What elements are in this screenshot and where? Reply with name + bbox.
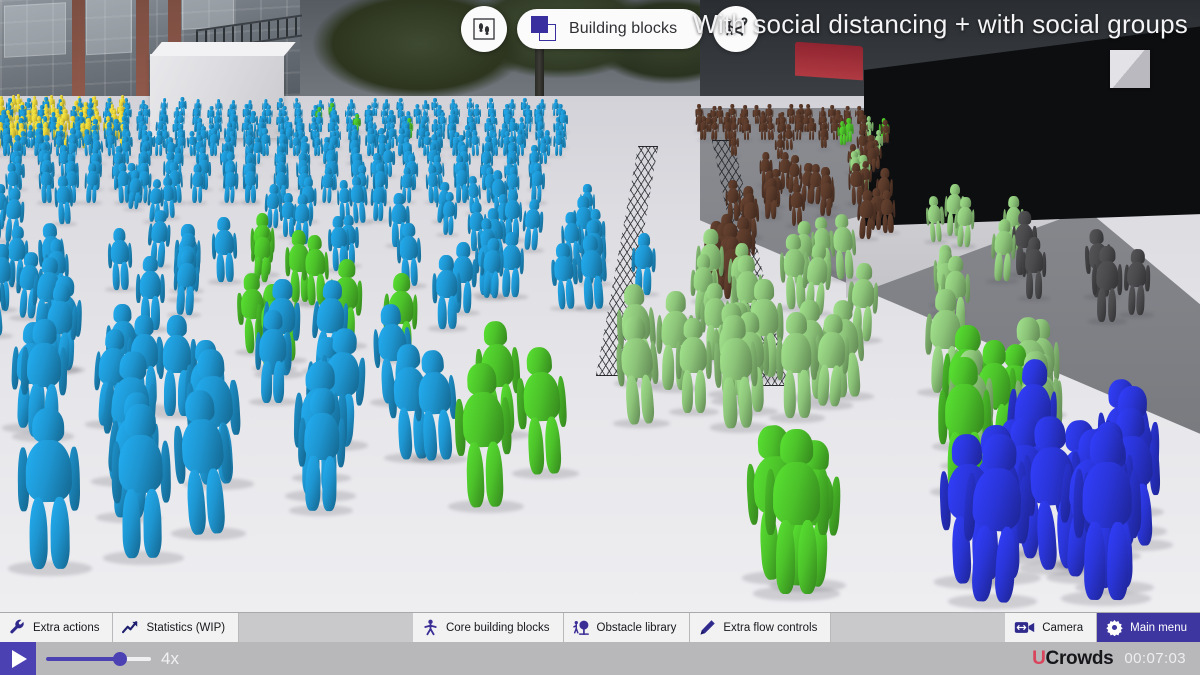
agent	[953, 196, 976, 248]
agent	[512, 346, 572, 476]
agent	[168, 389, 238, 537]
extra-actions-button[interactable]: Extra actions	[0, 613, 114, 642]
agent	[838, 121, 849, 145]
agent	[807, 118, 817, 141]
agent	[989, 219, 1018, 283]
agent	[817, 174, 836, 217]
agent	[478, 237, 506, 299]
agent	[108, 404, 175, 559]
trending-up-icon	[122, 621, 138, 634]
grey-cube-obstacle	[1110, 50, 1150, 88]
agent	[549, 242, 581, 310]
speed-slider[interactable]	[46, 642, 151, 675]
person-tree-icon	[572, 620, 589, 636]
speed-value-label: 4x	[161, 648, 179, 668]
agent	[878, 189, 898, 234]
agent	[83, 162, 101, 204]
extra-flow-controls-label: Extra flow controls	[723, 621, 818, 634]
agent	[369, 178, 388, 222]
brand-block: UCrowds 00:07:03	[1032, 648, 1200, 670]
pencil-icon	[700, 620, 716, 635]
agent	[242, 162, 259, 203]
toolbar-spacer-left	[239, 613, 413, 642]
slider-fill	[46, 657, 120, 661]
agent	[553, 129, 565, 157]
agent	[14, 407, 84, 570]
building-blocks-icon	[531, 16, 557, 42]
agent	[253, 309, 293, 403]
scene-title: With social distancing + with social gro…	[693, 8, 1188, 39]
agent	[1122, 248, 1152, 316]
agent	[125, 170, 144, 211]
agent	[957, 433, 1036, 604]
statistics-button[interactable]: Statistics (WIP)	[113, 613, 240, 642]
agent	[1070, 427, 1143, 600]
gear-icon	[1106, 619, 1123, 636]
slider-handle[interactable]	[112, 652, 127, 666]
agent	[106, 228, 134, 291]
statistics-label: Statistics (WIP)	[146, 621, 226, 634]
agent	[439, 191, 459, 236]
footprints-icon	[473, 18, 495, 40]
agent	[856, 190, 879, 240]
agent	[611, 315, 664, 426]
agent	[710, 314, 762, 429]
agent	[52, 176, 74, 225]
core-building-blocks-label: Core building blocks	[445, 621, 550, 634]
extra-actions-label: Extra actions	[33, 621, 100, 634]
building-blocks-button[interactable]: Building blocks	[517, 9, 704, 49]
logo-u: U	[1032, 647, 1046, 669]
agent	[742, 118, 752, 140]
elapsed-time: 00:07:03	[1124, 650, 1186, 667]
agent	[528, 162, 547, 204]
transport-bar: 4x UCrowds 00:07:03	[0, 642, 1200, 675]
agent	[923, 196, 946, 243]
agent	[773, 312, 819, 419]
core-building-blocks-button[interactable]: Core building blocks	[412, 613, 564, 642]
main-menu-button[interactable]: Main menu	[1097, 613, 1200, 642]
play-triangle-icon	[12, 649, 27, 668]
agent	[818, 124, 829, 149]
agent	[728, 132, 739, 157]
video-camera-icon	[1015, 622, 1035, 633]
toolbar-spacer-right	[831, 613, 1005, 642]
agent	[673, 317, 713, 413]
agent	[762, 428, 831, 595]
camera-label: Camera	[1042, 621, 1084, 634]
agent	[762, 177, 781, 219]
building-blocks-label: Building blocks	[569, 20, 678, 37]
ucrowds-application: Building blocks With social distancing +…	[0, 0, 1200, 675]
main-menu-label: Main menu	[1130, 621, 1187, 634]
agent	[698, 115, 709, 141]
agent	[210, 217, 239, 283]
agent	[365, 128, 377, 156]
main-toolbar: Extra actions Statistics (WIP) Core buil…	[0, 612, 1200, 642]
agent	[189, 163, 206, 204]
obstacle-library-button[interactable]: Obstacle library	[563, 613, 691, 642]
agent	[430, 254, 463, 330]
agent	[1021, 236, 1047, 299]
agent	[709, 116, 720, 141]
ucrowds-logo: UCrowds	[1032, 647, 1114, 670]
simulation-viewport[interactable]	[0, 0, 1200, 612]
person-icon	[424, 619, 437, 636]
agent	[794, 118, 804, 141]
obstacle-library-label: Obstacle library	[596, 621, 677, 634]
agent	[319, 166, 336, 204]
agent	[1091, 245, 1123, 322]
bottom-bars: Extra actions Statistics (WIP) Core buil…	[0, 612, 1200, 675]
agent	[450, 362, 516, 508]
play-button[interactable]	[0, 642, 36, 675]
agent	[295, 388, 349, 512]
agent	[221, 163, 240, 204]
agent	[171, 250, 202, 316]
camera-button[interactable]: Camera	[1005, 613, 1098, 642]
wrench-icon	[10, 619, 24, 634]
footprints-mode-button[interactable]	[461, 6, 507, 52]
extra-flow-controls-button[interactable]: Extra flow controls	[690, 613, 832, 642]
logo-crowds: Crowds	[1045, 647, 1114, 669]
